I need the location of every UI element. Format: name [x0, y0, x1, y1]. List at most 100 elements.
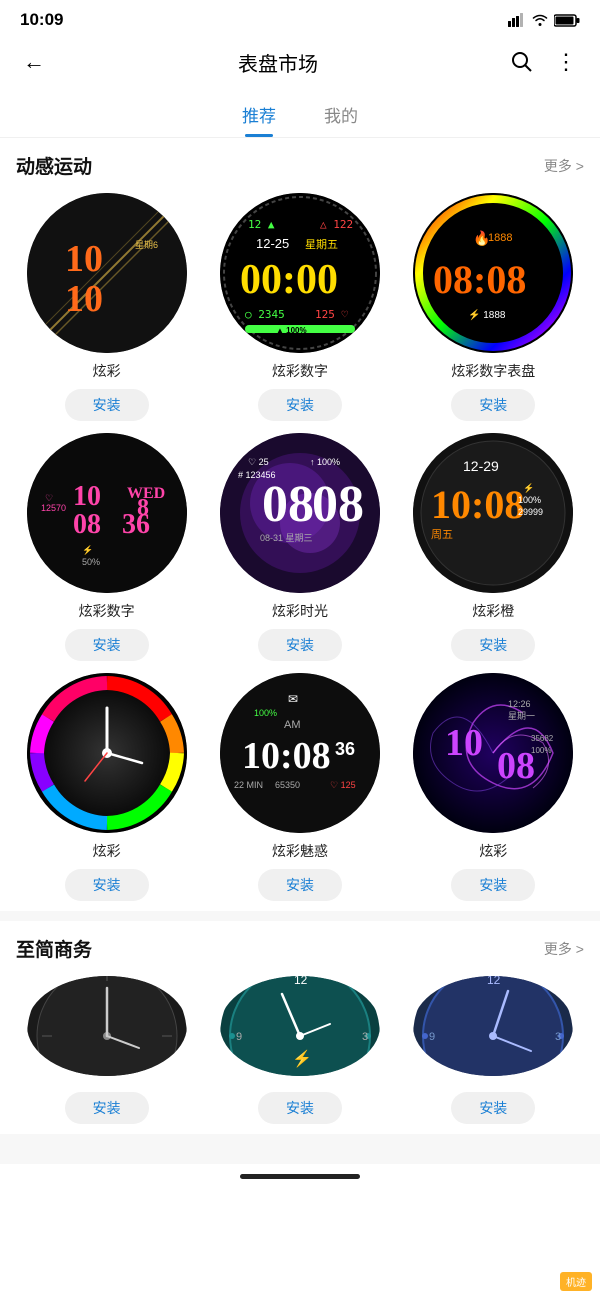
svg-text:10: 10: [65, 238, 103, 280]
svg-text:12570: 12570: [41, 503, 66, 513]
search-button[interactable]: [504, 44, 540, 80]
svg-text:36: 36: [122, 509, 150, 540]
install-button-biz-2[interactable]: 安装: [258, 1092, 342, 1124]
install-button-1[interactable]: 安装: [65, 389, 149, 421]
section-header-1: 动感运动 更多 >: [16, 152, 584, 179]
svg-text:3: 3: [362, 1031, 368, 1043]
section-header-2: 至简商务 更多 >: [16, 935, 584, 962]
watermark: 机迹: [560, 1272, 592, 1291]
watch-face-5[interactable]: ♡ 25 ↑ 100% # 123456 08 08 08-31 星期三: [220, 433, 380, 593]
watch-face-4[interactable]: ♡ 12570 10 08 WED 8 36 ⚡ 50%: [27, 433, 187, 593]
install-button-2[interactable]: 安装: [258, 389, 342, 421]
watch-item-5: ♡ 25 ↑ 100% # 123456 08 08 08-31 星期三 炫彩时…: [209, 433, 390, 661]
svg-text:星期6: 星期6: [135, 240, 158, 250]
watch-face-biz-2[interactable]: 12 ⚡ 9 3: [220, 976, 380, 1076]
watch-name-8: 炫彩魅惑: [272, 841, 328, 861]
svg-text:△ 122: △ 122: [320, 218, 353, 231]
svg-text:100%: 100%: [518, 495, 541, 505]
svg-text:36: 36: [335, 739, 355, 759]
svg-text:9: 9: [429, 1031, 435, 1043]
watch-name-7: 炫彩: [93, 841, 121, 861]
section-title-2: 至简商务: [16, 935, 92, 962]
install-button-9[interactable]: 安装: [451, 869, 535, 901]
watch-face-biz-1[interactable]: [27, 976, 187, 1076]
install-button-5[interactable]: 安装: [258, 629, 342, 661]
svg-text:10:08: 10:08: [431, 482, 524, 527]
search-icon: [511, 51, 533, 73]
watch-grid-2: 安装 12 ⚡: [16, 976, 584, 1124]
tabs-container: 推荐 我的: [0, 88, 600, 138]
svg-text:65350: 65350: [275, 780, 300, 790]
svg-text:100%: 100%: [531, 746, 551, 755]
watch-face-1[interactable]: 10 10 星期6: [27, 193, 187, 353]
svg-text:⚡: ⚡: [292, 1049, 312, 1068]
svg-text:▲ 100%: ▲ 100%: [276, 326, 307, 335]
install-button-biz-1[interactable]: 安装: [65, 1092, 149, 1124]
watch-item-2: 12 ▲ △ 122 12-25 星期五 00:00 ○ 2345 125 ♡: [209, 193, 390, 421]
install-button-8[interactable]: 安装: [258, 869, 342, 901]
install-button-6[interactable]: 安装: [451, 629, 535, 661]
watch-grid-1: 10 10 星期6 炫彩 安装 12 ▲: [16, 193, 584, 901]
svg-text:12: 12: [294, 976, 308, 987]
svg-text:29999: 29999: [518, 507, 543, 517]
svg-text:08: 08: [73, 509, 101, 540]
svg-text:♡: ♡: [45, 493, 53, 503]
section-more-2[interactable]: 更多 >: [544, 939, 584, 959]
svg-text:AM: AM: [284, 719, 301, 731]
watch-name-6: 炫彩橙: [472, 601, 514, 621]
watch-face-6[interactable]: 12-29 10:08 周五 ⚡ 100% 29999: [413, 433, 573, 593]
svg-text:✉: ✉: [288, 692, 298, 706]
battery-icon: [554, 14, 580, 27]
svg-text:22 MIN: 22 MIN: [234, 780, 263, 790]
tab-recommended[interactable]: 推荐: [238, 96, 280, 137]
more-button[interactable]: ⋮: [548, 44, 584, 80]
svg-text:12: 12: [487, 976, 501, 987]
svg-text:♡ 25: ♡ 25: [248, 457, 269, 467]
header: ← 表盘市场 ⋮: [0, 36, 600, 88]
svg-text:10:08: 10:08: [242, 735, 331, 777]
watch-face-2[interactable]: 12 ▲ △ 122 12-25 星期五 00:00 ○ 2345 125 ♡: [220, 193, 380, 353]
install-button-7[interactable]: 安装: [65, 869, 149, 901]
svg-text:○ 2345: ○ 2345: [245, 308, 285, 321]
signal-icon: [508, 13, 526, 27]
install-button-biz-3[interactable]: 安装: [451, 1092, 535, 1124]
watch-name-4: 炫彩数字: [79, 601, 135, 621]
watch-item-4: ♡ 12570 10 08 WED 8 36 ⚡ 50% 炫彩数字: [16, 433, 197, 661]
svg-text:08: 08: [312, 476, 364, 533]
install-button-3[interactable]: 安装: [451, 389, 535, 421]
tab-mine[interactable]: 我的: [320, 96, 362, 137]
watch-face-7[interactable]: [27, 673, 187, 833]
svg-text:12-29: 12-29: [463, 458, 499, 474]
page-title: 表盘市场: [52, 48, 504, 77]
svg-text:⚡: ⚡: [82, 544, 93, 556]
watch-face-3[interactable]: 🔥 1888 08:08 ⚡ 1888: [413, 193, 573, 353]
svg-text:12:26: 12:26: [508, 699, 531, 709]
svg-text:1888: 1888: [488, 232, 512, 244]
watch-item-biz-3: 12 9 3 安装: [403, 976, 584, 1124]
back-button[interactable]: ←: [16, 44, 52, 80]
section-more-1[interactable]: 更多 >: [544, 156, 584, 176]
install-button-4[interactable]: 安装: [65, 629, 149, 661]
svg-text:周五: 周五: [431, 528, 453, 541]
svg-text:08-31 星期三: 08-31 星期三: [260, 533, 313, 543]
svg-text:12 ▲: 12 ▲: [248, 218, 275, 231]
svg-text:星期一: 星期一: [508, 711, 535, 721]
watch-item-biz-1: 安装: [16, 976, 197, 1124]
svg-text:♡ 125: ♡ 125: [330, 780, 356, 790]
svg-text:↑ 100%: ↑ 100%: [310, 457, 340, 467]
watch-face-9[interactable]: 10 08 12:26 星期一 35682 100%: [413, 673, 573, 833]
watch-item-biz-2: 12 ⚡ 9 3: [209, 976, 390, 1124]
nav-indicator: [240, 1174, 360, 1179]
watch-face-biz-3[interactable]: 12 9 3: [413, 976, 573, 1076]
watch-item-7: 炫彩 安装: [16, 673, 197, 901]
section-dynamic-sport: 动感运动 更多 > 10 10 星期6: [0, 138, 600, 911]
svg-text:12-25: 12-25: [256, 236, 289, 251]
svg-text:10: 10: [445, 722, 483, 764]
svg-text:9: 9: [236, 1031, 242, 1043]
svg-text:125 ♡: 125 ♡: [315, 308, 348, 321]
watch-face-8[interactable]: ✉ 100% AM 10:08 36 22 MIN 65350 ♡ 125: [220, 673, 380, 833]
svg-text:35682: 35682: [531, 734, 554, 743]
nav-bar: [0, 1164, 600, 1187]
svg-text:100%: 100%: [254, 708, 277, 718]
svg-text:50%: 50%: [82, 557, 100, 567]
